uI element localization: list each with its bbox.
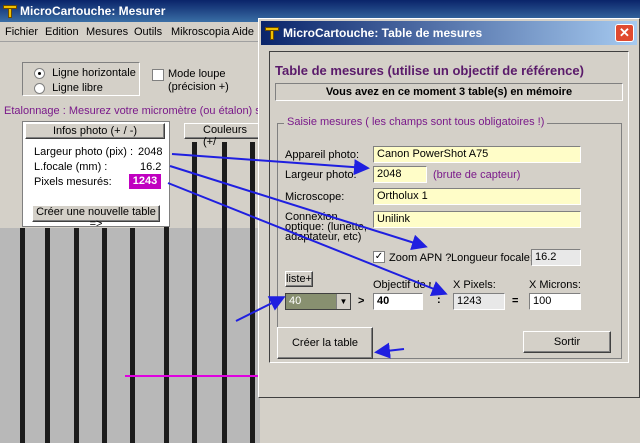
camera-input[interactable]: Canon PowerShot A75 — [373, 146, 581, 163]
memory-status: Vous avez en ce moment 3 table(s) en mém… — [275, 83, 623, 101]
scale-bar — [164, 228, 169, 443]
dialog-heading: Table de mesures (utilise un objectif de… — [275, 63, 584, 78]
menu-edition[interactable]: Edition — [45, 26, 79, 38]
photo-width-label: Largeur photo (pix) : — [34, 146, 134, 158]
connection-input[interactable]: Unilink — [373, 211, 581, 228]
microscope-input[interactable]: Ortholux 1 — [373, 188, 581, 205]
exit-button[interactable]: Sortir — [523, 331, 611, 353]
measure-line[interactable] — [125, 375, 260, 377]
main-window-title: MicroCartouche: Mesurer — [20, 4, 166, 18]
zoom-label: Zoom APN ? — [389, 252, 452, 264]
group-title: Saisie mesures ( les champs sont tous ob… — [284, 116, 548, 128]
radio-horizontal-label: Ligne horizontale — [52, 67, 136, 79]
scale-bar — [222, 142, 227, 228]
pixels-measured-value: 1243 — [129, 174, 161, 189]
micrometer-photo[interactable] — [0, 228, 260, 443]
scale-bar — [250, 228, 255, 443]
colon-symbol: : — [437, 294, 441, 306]
scale-bar — [20, 228, 25, 443]
focal-label: L.focale (mm) : — [34, 161, 108, 173]
dialog-titlebar[interactable]: MicroCartouche: Table de mesures ✕ — [261, 21, 637, 45]
radio-ligne-horizontale[interactable]: Ligne horizontale — [34, 67, 136, 79]
menu-mikroscopia[interactable]: Mikroscopia — [171, 26, 230, 38]
create-table-button[interactable]: Créer la table — [277, 327, 373, 359]
scale-bar — [192, 228, 197, 443]
camera-label: Appareil photo: — [285, 149, 359, 161]
loupe-checkbox-box[interactable] — [152, 69, 164, 82]
focal-length-label: Longueur focale: — [451, 252, 533, 264]
xpixels-input[interactable]: 1243 — [453, 293, 505, 310]
gt-symbol: > — [358, 295, 365, 307]
scale-bar — [102, 228, 107, 443]
menu-outils[interactable]: Outils — [134, 26, 162, 38]
xmicrons-label: X Microns: — [529, 279, 581, 291]
connection-label-3: adaptateur, etc) — [285, 231, 362, 243]
xpixels-label: X Pixels: — [453, 279, 496, 291]
calibration-instruction: Etalonnage : Mesurez votre micromètre (o… — [4, 105, 271, 117]
objective-select-value: 40 — [289, 295, 302, 307]
menu-fichier[interactable]: Fichier — [5, 26, 38, 38]
app-icon — [265, 26, 279, 40]
focal-length-input[interactable]: 16.2 — [531, 249, 581, 266]
objective-select[interactable]: 40 ▼ — [285, 293, 351, 310]
objective-input[interactable]: 40 — [373, 293, 423, 310]
loupe-label-2: (précision +) — [168, 81, 229, 93]
width-hint: (brute de capteur) — [433, 169, 521, 181]
xmicrons-input[interactable]: 100 — [529, 293, 581, 310]
width-input[interactable]: 2048 — [373, 166, 427, 183]
loupe-checkbox[interactable] — [152, 69, 164, 82]
radio-ligne-libre[interactable]: Ligne libre — [34, 82, 103, 94]
photo-width-value: 2048 — [138, 146, 163, 158]
pixels-measured-label: Pixels mesurés: — [34, 176, 112, 188]
radio-unselected-icon[interactable] — [34, 82, 45, 94]
scale-bar — [45, 228, 50, 443]
close-icon[interactable]: ✕ — [615, 24, 634, 42]
scale-bar — [130, 228, 135, 443]
chevron-down-icon[interactable]: ▼ — [336, 294, 350, 309]
radio-selected-icon[interactable] — [34, 67, 45, 79]
scale-bar — [222, 228, 227, 443]
colors-button[interactable]: Couleurs (+/ — [184, 123, 262, 148]
scale-bar — [192, 142, 197, 228]
menu-mesures[interactable]: Mesures — [86, 26, 128, 38]
zoom-checkbox[interactable]: ✓ — [373, 251, 385, 264]
app-icon — [3, 4, 17, 18]
width-label: Largeur photo: — [285, 169, 357, 181]
menu-aide[interactable]: Aide — [232, 26, 254, 38]
radio-libre-label: Ligne libre — [52, 82, 103, 94]
dialog-title: MicroCartouche: Table de mesures — [283, 26, 483, 40]
new-table-button[interactable]: Créer une nouvelle table => — [32, 205, 160, 230]
microscope-label: Microscope: — [285, 191, 345, 203]
equals-symbol: = — [512, 295, 519, 307]
table-dialog: MicroCartouche: Table de mesures ✕ Table… — [258, 18, 640, 398]
focal-value: 16.2 — [140, 161, 162, 173]
infos-photo-button[interactable]: Infos photo (+ / -) — [25, 123, 165, 139]
list-plus-button[interactable]: liste+ — [285, 271, 313, 287]
checkmark-icon[interactable]: ✓ — [373, 251, 385, 264]
scale-bar — [74, 228, 79, 443]
scale-bar — [250, 142, 255, 228]
objective-label: Objectif de réf. — [373, 279, 431, 291]
loupe-label: Mode loupe — [168, 68, 226, 80]
